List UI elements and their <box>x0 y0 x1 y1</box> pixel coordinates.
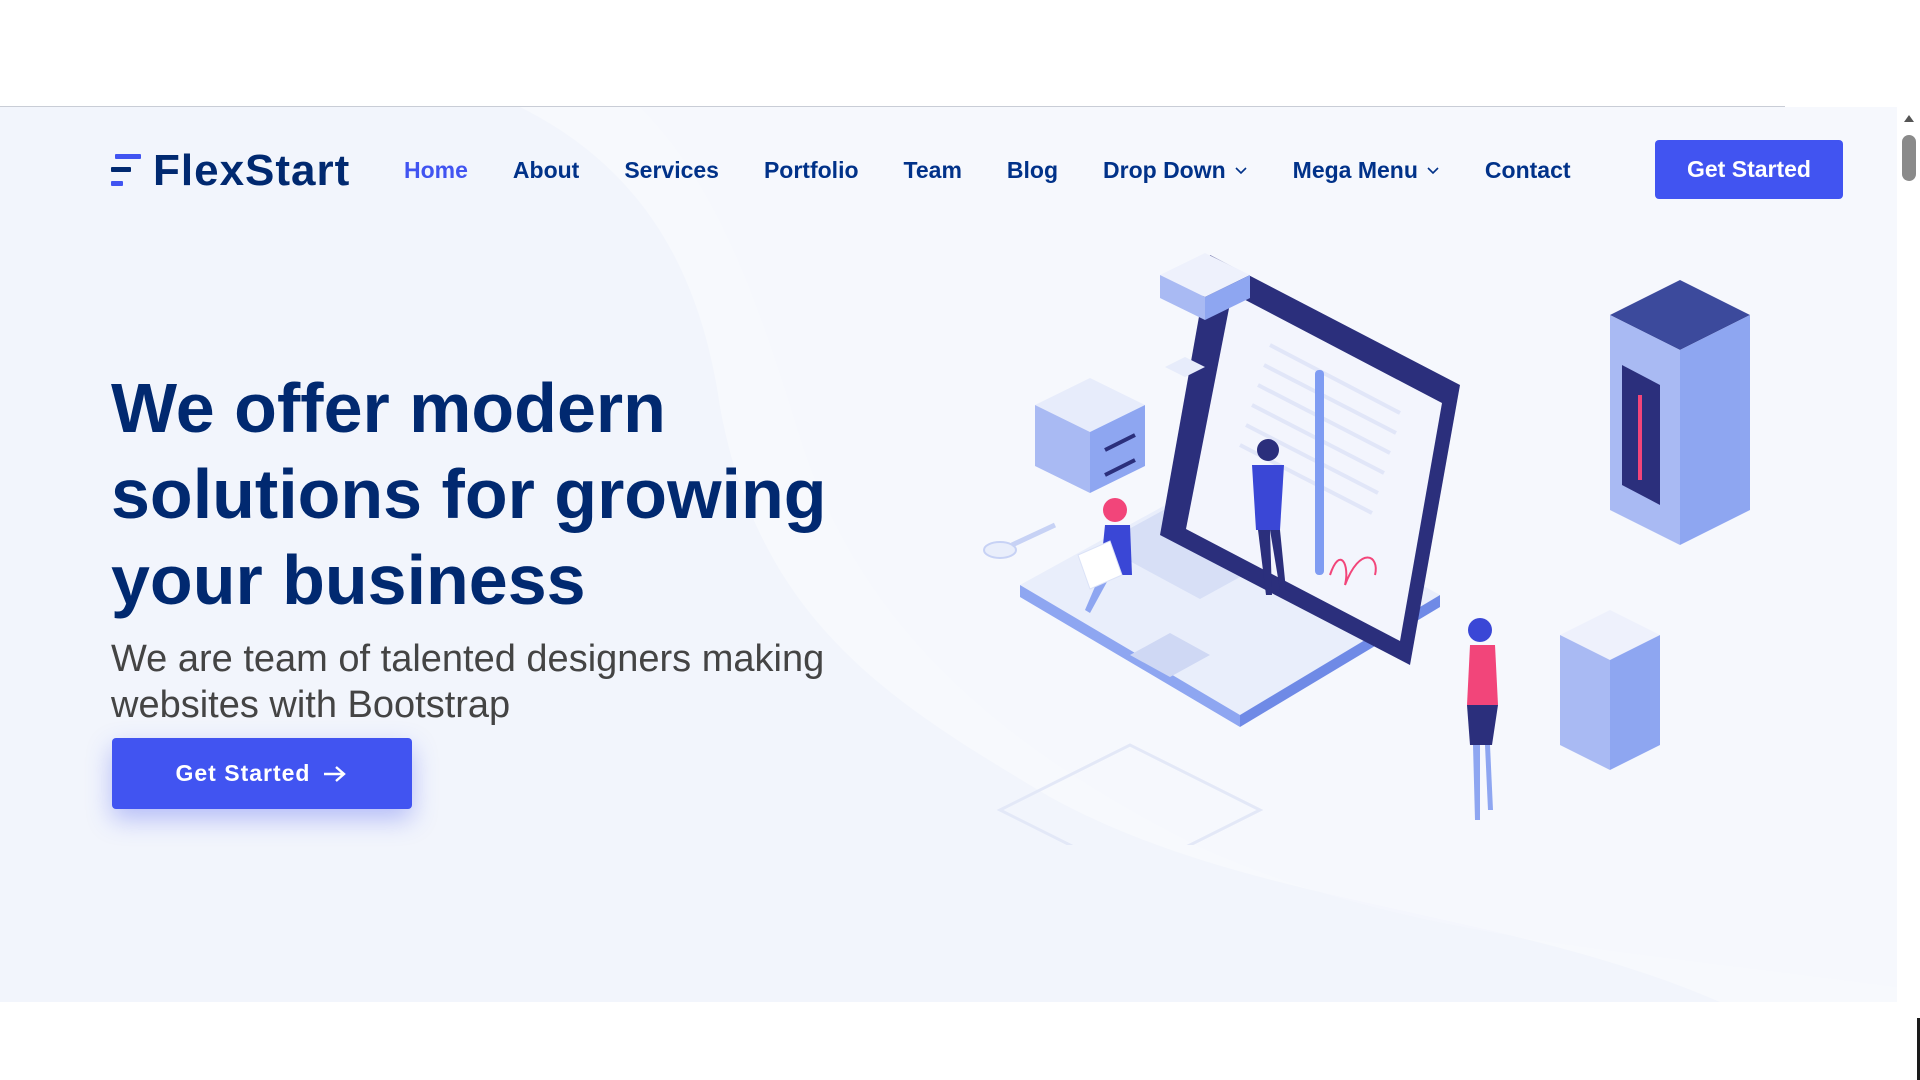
nav-drop-down-label: Drop Down <box>1103 156 1226 183</box>
main-navigation: Home About Services Portfolio Team Blog … <box>404 150 1616 190</box>
nav-about[interactable]: About <box>513 157 579 184</box>
isometric-laptop-team-illustration <box>983 253 1750 845</box>
page-top-bar <box>0 0 1785 107</box>
hero-subheading: We are team of talented designers making… <box>111 638 825 726</box>
nav-team[interactable]: Team <box>904 157 962 184</box>
chevron-down-icon <box>1427 167 1439 175</box>
nav-services[interactable]: Services <box>624 157 719 184</box>
scroll-up-arrow-icon[interactable] <box>1903 113 1915 123</box>
hero-cta-label: Get Started <box>175 760 311 786</box>
hero-get-started-button[interactable]: Get Started <box>112 738 412 809</box>
nav-home[interactable]: Home <box>404 157 468 184</box>
nav-drop-down[interactable]: Drop Down <box>1103 157 1248 184</box>
chevron-down-icon <box>1235 167 1247 175</box>
header-get-started-button[interactable]: Get Started <box>1655 140 1843 199</box>
arrow-right-icon <box>324 765 347 782</box>
flexstart-logo-icon <box>111 154 141 186</box>
below-hero-area <box>0 1003 1897 1080</box>
scrollbar-thumb[interactable] <box>1902 135 1916 181</box>
brand-name: FlexStart <box>153 146 351 195</box>
hero-headline: We offer modern solutions for growing yo… <box>111 368 827 619</box>
vertical-scrollbar[interactable] <box>1897 106 1920 1080</box>
nav-blog[interactable]: Blog <box>1007 157 1058 184</box>
nav-portfolio[interactable]: Portfolio <box>764 157 859 184</box>
nav-mega-menu-label: Mega Menu <box>1292 156 1418 183</box>
brand-logo[interactable]: FlexStart <box>111 146 350 195</box>
nav-mega-menu[interactable]: Mega Menu <box>1293 157 1440 184</box>
nav-contact[interactable]: Contact <box>1485 157 1571 184</box>
